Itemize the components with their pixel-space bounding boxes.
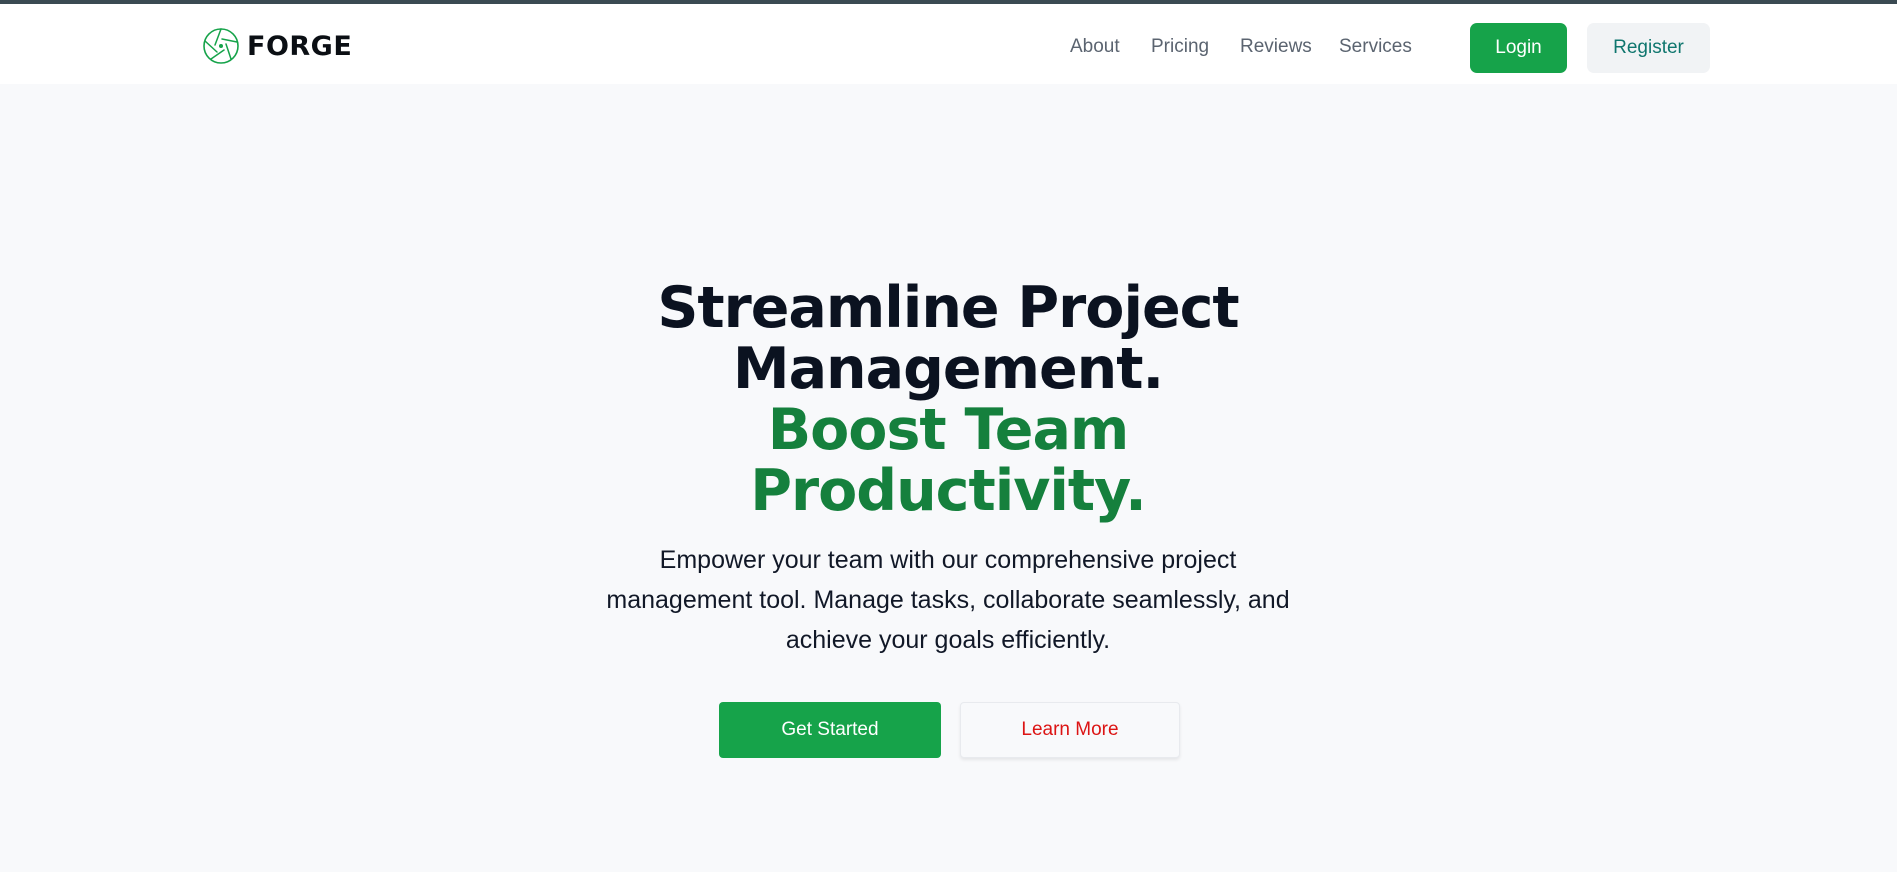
headline-line-2: Management.	[732, 336, 1164, 402]
headline-line-4: Productivity.	[750, 458, 1147, 524]
headline-line-3: Boost Team	[767, 397, 1130, 463]
brand-logo[interactable]: FORGE	[202, 27, 352, 65]
aperture-logo-icon	[203, 28, 239, 64]
get-started-button[interactable]: Get Started	[719, 702, 941, 758]
nav-link-services[interactable]: Services	[1339, 34, 1412, 60]
hero-section: Streamline Project Management. Boost Tea…	[0, 84, 1897, 872]
site-header: FORGE About Pricing Reviews Services Log…	[0, 4, 1897, 84]
hero-headline: Streamline Project Management. Boost Tea…	[548, 278, 1348, 522]
hero-description: Empower your team with our comprehensive…	[606, 546, 1290, 654]
nav-link-reviews[interactable]: Reviews	[1240, 34, 1312, 60]
brand-name: FORGE	[247, 30, 353, 62]
login-button[interactable]: Login	[1470, 23, 1567, 73]
learn-more-button[interactable]: Learn More	[960, 702, 1180, 758]
headline-line-1: Streamline Project	[657, 275, 1239, 341]
nav-link-about[interactable]: About	[1070, 34, 1120, 60]
register-button[interactable]: Register	[1587, 23, 1710, 73]
nav-link-pricing[interactable]: Pricing	[1151, 34, 1209, 60]
